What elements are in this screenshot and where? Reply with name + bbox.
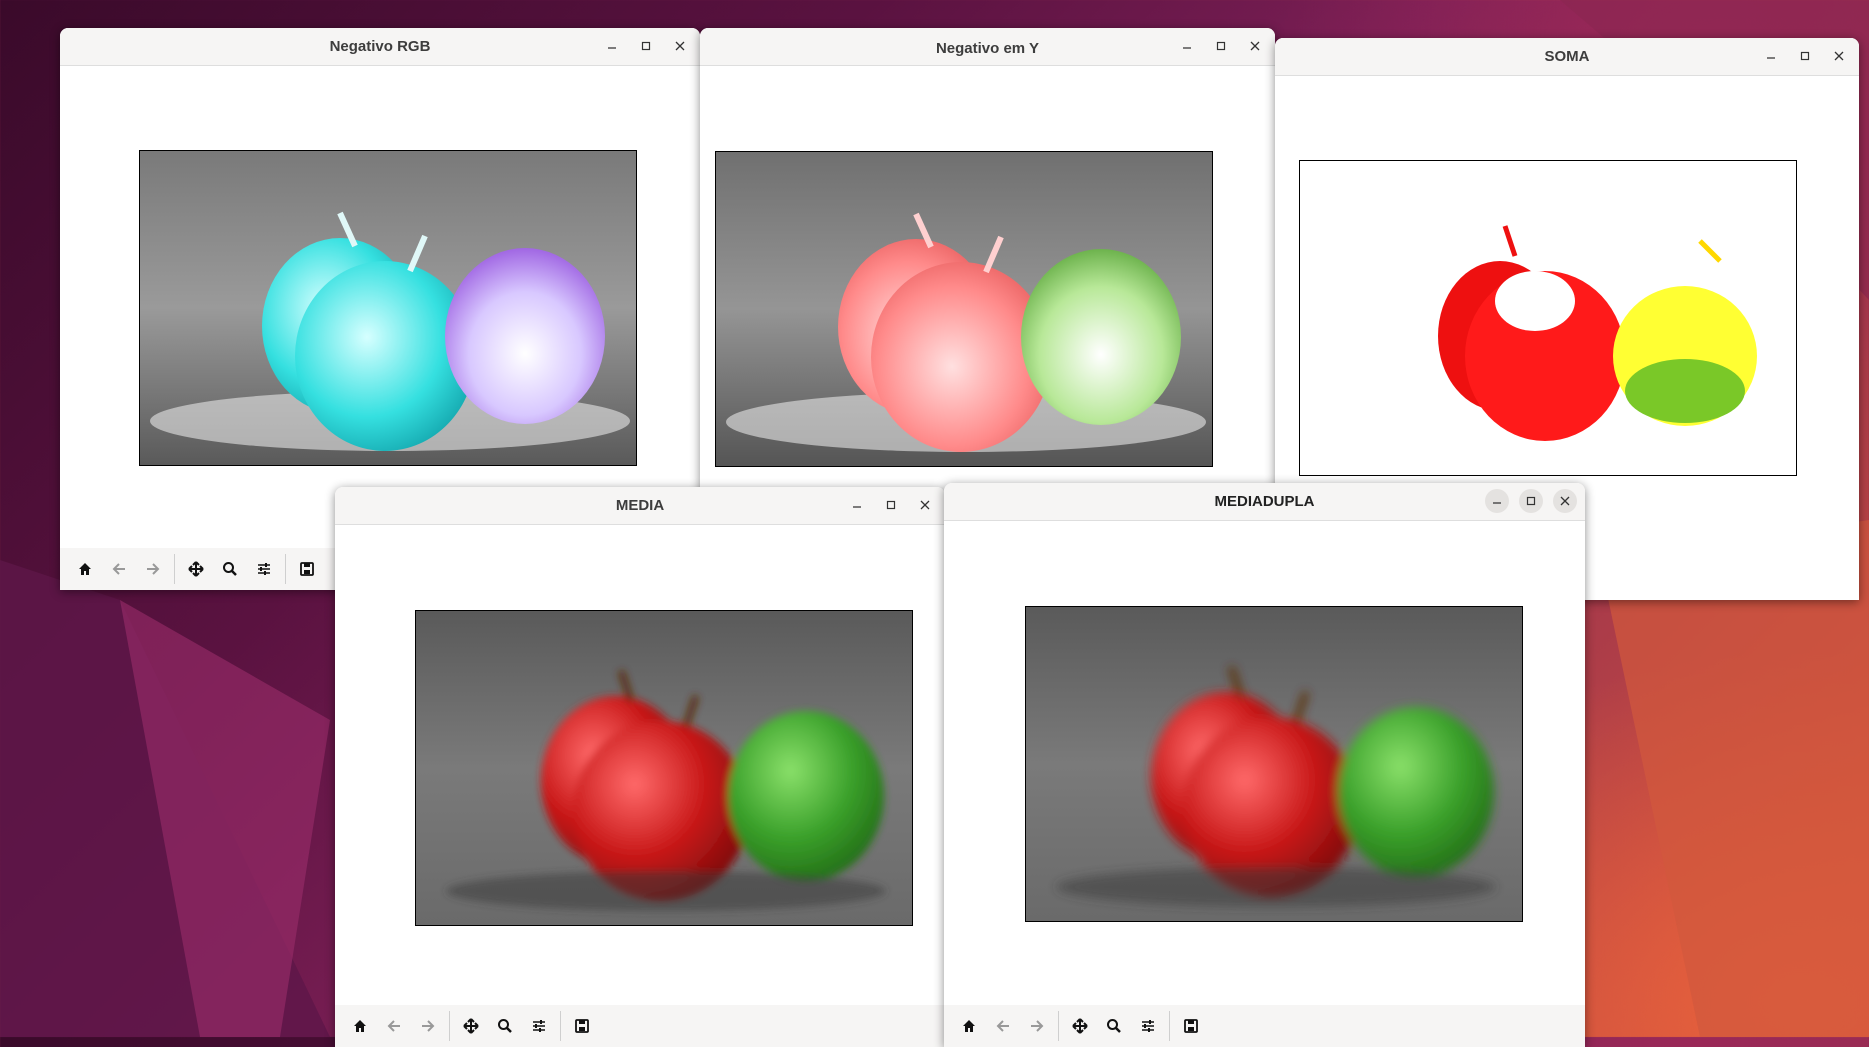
minimize-icon[interactable] [1485, 489, 1509, 513]
pan-move-icon[interactable] [179, 552, 213, 586]
save-icon[interactable] [565, 1009, 599, 1043]
minimize-icon[interactable] [845, 493, 869, 517]
zoom-icon[interactable] [213, 552, 247, 586]
titlebar[interactable]: SOMA [1275, 38, 1859, 76]
home-icon[interactable] [343, 1009, 377, 1043]
configure-subplots-icon[interactable] [247, 552, 281, 586]
image-plot[interactable] [415, 610, 913, 926]
image-plot[interactable] [139, 150, 637, 466]
close-icon[interactable] [1827, 44, 1851, 68]
apples-soma-image [1300, 161, 1796, 475]
maximize-icon[interactable] [1519, 489, 1543, 513]
image-plot[interactable] [1299, 160, 1797, 476]
back-arrow-icon[interactable] [986, 1009, 1020, 1043]
apples-negative-rgb-image [140, 151, 636, 465]
minimize-icon[interactable] [1175, 34, 1199, 58]
titlebar[interactable]: Negativo RGB [60, 28, 700, 66]
apples-mediadupla-blur-image [1026, 607, 1522, 921]
toolbar-separator [174, 554, 175, 584]
forward-arrow-icon[interactable] [411, 1009, 445, 1043]
back-arrow-icon[interactable] [377, 1009, 411, 1043]
forward-arrow-icon[interactable] [136, 552, 170, 586]
matplotlib-toolbar [335, 1005, 945, 1047]
configure-subplots-icon[interactable] [1131, 1009, 1165, 1043]
apples-media-blur-image [416, 611, 912, 925]
toolbar-separator [285, 554, 286, 584]
maximize-icon[interactable] [1793, 44, 1817, 68]
zoom-icon[interactable] [488, 1009, 522, 1043]
titlebar[interactable]: Negativo em Y [700, 28, 1275, 66]
apples-negative-y-image [716, 152, 1212, 466]
maximize-icon[interactable] [879, 493, 903, 517]
zoom-icon[interactable] [1097, 1009, 1131, 1043]
forward-arrow-icon[interactable] [1020, 1009, 1054, 1043]
close-icon[interactable] [668, 34, 692, 58]
pan-move-icon[interactable] [454, 1009, 488, 1043]
titlebar[interactable]: MEDIA [335, 487, 945, 525]
save-icon[interactable] [290, 552, 324, 586]
save-icon[interactable] [1174, 1009, 1208, 1043]
image-plot[interactable] [1025, 606, 1523, 922]
titlebar[interactable]: MEDIADUPLA [944, 483, 1585, 521]
matplotlib-toolbar [944, 1005, 1585, 1047]
minimize-icon[interactable] [600, 34, 624, 58]
configure-subplots-icon[interactable] [522, 1009, 556, 1043]
home-icon[interactable] [68, 552, 102, 586]
minimize-icon[interactable] [1759, 44, 1783, 68]
pan-move-icon[interactable] [1063, 1009, 1097, 1043]
back-arrow-icon[interactable] [102, 552, 136, 586]
close-icon[interactable] [1243, 34, 1267, 58]
window-media[interactable]: MEDIA [335, 487, 945, 1047]
close-icon[interactable] [1553, 489, 1577, 513]
close-icon[interactable] [913, 493, 937, 517]
image-plot[interactable] [715, 151, 1213, 467]
window-mediadupla[interactable]: MEDIADUPLA [944, 483, 1585, 1047]
maximize-icon[interactable] [1209, 34, 1233, 58]
home-icon[interactable] [952, 1009, 986, 1043]
maximize-icon[interactable] [634, 34, 658, 58]
